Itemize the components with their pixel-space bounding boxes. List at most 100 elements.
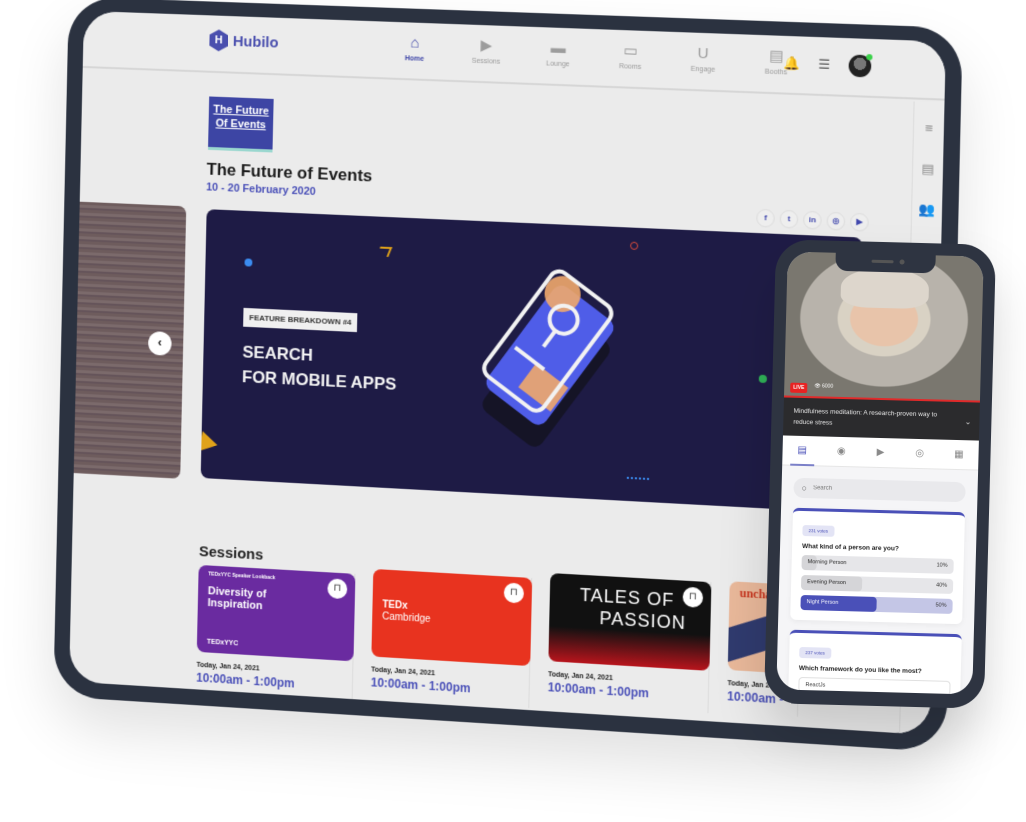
nav-label: Engage — [690, 65, 716, 74]
bookmark-icon[interactable]: ⊓ — [682, 586, 704, 608]
poll-card: 231 votes What kind of a person are you?… — [790, 507, 966, 625]
linkedin-icon[interactable]: in — [802, 210, 822, 230]
session-caption[interactable]: Mindfulness meditation: A research-prove… — [782, 397, 980, 441]
event-dates: 10 - 20 February 2020 — [206, 181, 316, 198]
session-image: TALES OF PASSION ⊓ — [548, 573, 712, 671]
tab-qna-icon[interactable]: ◉ — [829, 436, 854, 467]
phone-tabs: ▤ ◉ ▶ ◎ ▦ — [782, 435, 979, 471]
viewer-count: 👁 6000 — [814, 383, 834, 390]
bookmark-icon[interactable]: ⊓ — [327, 578, 348, 600]
search-input[interactable] — [812, 485, 934, 495]
poll-option-label: Night Person — [806, 599, 839, 606]
banner-tag: FEATURE BREAKDOWN #4 — [243, 307, 358, 333]
poll-option-selected[interactable]: Night Person 50% — [800, 594, 953, 614]
session-image-text: TALES OF — [579, 584, 675, 611]
user-avatar[interactable] — [848, 54, 873, 78]
phone-search-illustration — [467, 261, 642, 451]
poll-option[interactable]: ReactJs — [798, 676, 951, 695]
votes-badge: 231 votes — [802, 524, 835, 537]
bookmark-icon[interactable]: ⊓ — [503, 582, 525, 604]
session-image-subtext: PASSION — [599, 607, 687, 634]
poll-option-percent: 40% — [936, 582, 948, 589]
banner-title: SEARCH FOR MOBILE APPS — [242, 340, 398, 397]
people-icon[interactable]: 👥 — [912, 201, 942, 225]
poll-option[interactable]: Evening Person 40% — [800, 574, 954, 594]
session-card[interactable]: TALES OF PASSION ⊓ Today, Jan 24, 2021 1… — [547, 573, 712, 714]
wave-decoration — [626, 476, 650, 483]
top-actions: 🔔 ☰ — [783, 52, 873, 78]
poll-search: ○ — [793, 477, 966, 503]
speaker-video-frame — [840, 266, 930, 310]
tab-polls-icon[interactable]: ▤ — [789, 435, 815, 466]
online-status-dot — [866, 54, 873, 61]
chat-icon[interactable]: ☰ — [818, 56, 830, 73]
poll-option[interactable]: Morning Person 10% — [801, 554, 954, 574]
live-badge: LIVE — [790, 382, 808, 394]
event-logo: The Future Of Events — [208, 96, 274, 153]
front-camera — [899, 259, 905, 265]
nav-rooms[interactable]: ▭ Rooms — [609, 42, 652, 72]
session-cards: TEDxYYC Speaker Lookback Diversity of In… — [195, 564, 801, 731]
tab-video-icon[interactable]: ▶ — [868, 437, 893, 468]
session-card[interactable]: TEDx Cambridge ⊓ Today, Jan 24, 2021 10:… — [370, 568, 533, 709]
poll-option-percent: 10% — [936, 562, 948, 569]
session-image: TEDx Cambridge ⊓ — [371, 568, 533, 667]
instagram-icon[interactable]: ◎ — [826, 211, 846, 231]
hubilo-logo-icon: H — [209, 29, 228, 51]
brand-logo[interactable]: H Hubilo — [209, 29, 279, 53]
triangle-decoration — [200, 428, 218, 452]
tab-calendar-icon[interactable]: ▦ — [946, 439, 971, 470]
brand-name: Hubilo — [232, 32, 279, 52]
session-image-text: TEDx — [382, 599, 408, 612]
monitor-icon: ▭ — [623, 42, 638, 60]
red-ring-decoration — [630, 241, 639, 250]
session-image: TEDxYYC Speaker Lookback Diversity of In… — [196, 564, 356, 662]
session-image-text: Diversity of Inspiration — [207, 585, 267, 613]
home-icon: ⌂ — [410, 34, 420, 52]
chevron-down-icon[interactable]: ⌄ — [965, 416, 972, 427]
social-links: f t in ◎ ▶ — [756, 208, 869, 232]
poll-card: 237 votes Which framework do you like th… — [788, 629, 962, 695]
video-camera-icon: ▶ — [480, 37, 493, 55]
menu-icon[interactable]: ≡ — [914, 120, 944, 144]
poll-option-label: Morning Person — [807, 559, 847, 567]
main-nav: ⌂ Home ▶ Sessions ▬ Lounge ▭ Rooms U Eng… — [394, 34, 798, 77]
nav-label: Home — [404, 55, 425, 63]
nav-engage[interactable]: U Engage — [682, 44, 725, 74]
agenda-icon[interactable]: ▤ — [913, 160, 943, 184]
magnet-icon: U — [697, 44, 709, 63]
facebook-icon[interactable]: f — [756, 208, 775, 228]
session-card[interactable]: TEDxYYC Speaker Lookback Diversity of In… — [195, 564, 356, 704]
nav-sessions[interactable]: ▶ Sessions — [465, 36, 507, 66]
search-icon: ○ — [801, 482, 808, 494]
poll-option-percent: 50% — [935, 602, 947, 609]
twitter-icon[interactable]: t — [779, 209, 799, 229]
nav-label: Sessions — [471, 57, 501, 66]
session-image-subtext: TEDxYYC Speaker Lookback — [208, 571, 276, 582]
green-dot-decoration — [758, 374, 768, 384]
event-logo-line2: Of Events — [215, 117, 267, 132]
armchair-icon: ▬ — [550, 39, 566, 58]
sessions-heading: Sessions — [198, 543, 264, 564]
zigzag-decoration — [376, 246, 393, 257]
votes-badge: 237 votes — [799, 646, 831, 659]
session-image-subtext: Cambridge — [382, 611, 431, 626]
youtube-icon[interactable]: ▶ — [850, 212, 869, 232]
live-video-player[interactable]: LIVE 👁 6000 — [783, 251, 984, 403]
poll-question: What kind of a person are you? — [801, 542, 899, 553]
session-caption-text: Mindfulness meditation: A research-prove… — [793, 407, 938, 427]
top-navbar: H Hubilo ⌂ Home ▶ Sessions ▬ Lounge ▭ Ro… — [82, 10, 946, 101]
speaker-grille — [871, 259, 894, 264]
nav-home[interactable]: ⌂ Home — [394, 34, 436, 63]
booth-icon: ▤ — [768, 47, 784, 66]
session-image-brand: TEDxYYC — [206, 638, 239, 648]
blue-dot-decoration — [244, 258, 253, 267]
phone-screen: LIVE 👁 6000 Mindfulness meditation: A re… — [776, 251, 984, 695]
hero-banner[interactable]: FEATURE BREAKDOWN #4 SEARCH FOR MOBILE A… — [200, 209, 863, 514]
nav-lounge[interactable]: ▬ Lounge — [537, 39, 580, 69]
bell-icon[interactable]: 🔔 — [783, 55, 800, 72]
poll-option-label: Evening Person — [807, 579, 847, 587]
poll-question: Which framework do you like the most? — [798, 664, 922, 676]
phone-notch — [835, 252, 936, 274]
tab-viewers-icon[interactable]: ◎ — [907, 438, 932, 469]
